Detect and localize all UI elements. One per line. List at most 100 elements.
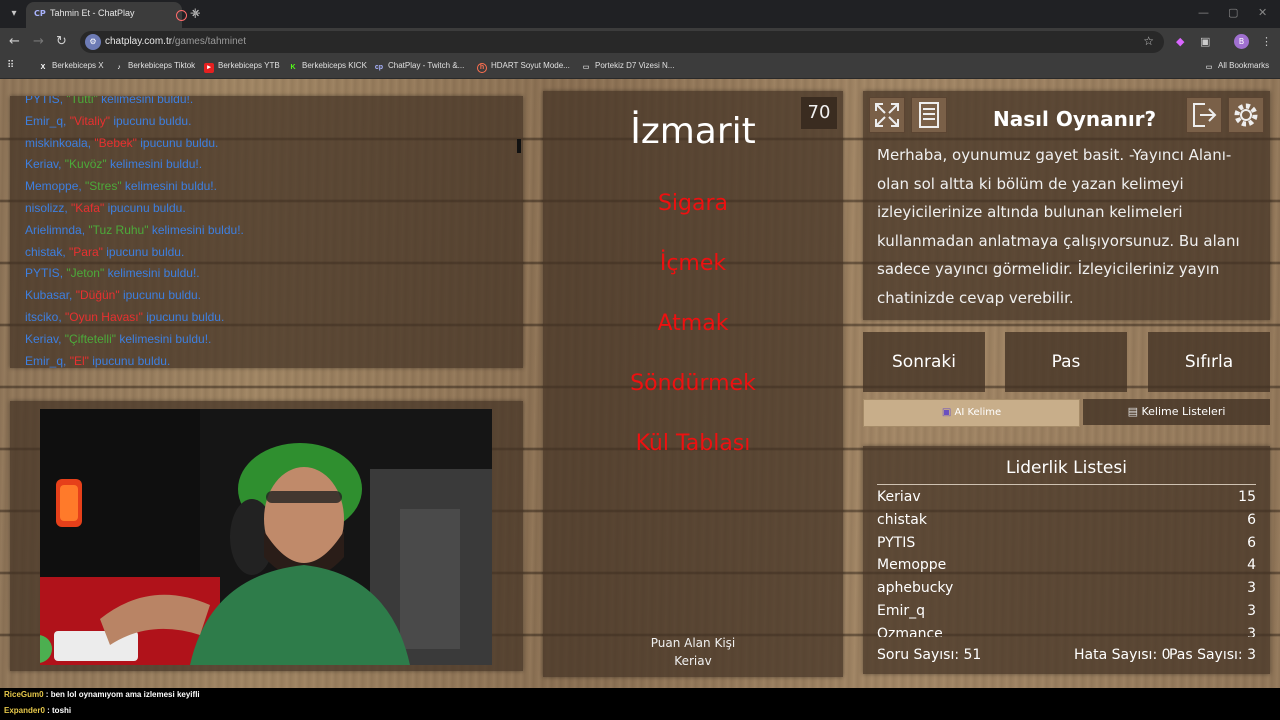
log-user: Keriav [25,331,59,346]
url-host: chatplay.com.tr [105,36,173,47]
leaderboard-row: Keriav 15 [877,489,1256,511]
guess-log-line: itsciko, "Oyun Havası" ipucunu buldu. [25,310,225,324]
player-name: aphebucky [877,580,954,597]
browser-tab[interactable]: CP Tahmin Et - ChatPlay ✕ [26,2,200,28]
apps-grid-icon[interactable]: ⠿ [7,60,14,71]
guess-log-line: Kubasar, "Düğün" ipucunu buldu. [25,288,202,303]
bookmark-youtube[interactable]: ▸ Berkebiceps YTB [204,61,280,73]
bookmark-kick[interactable]: K Berkebiceps KICK [288,61,366,73]
forbidden-word: Sigara [657,191,729,216]
guess-log-line: nisolizz, "Kafa" ipucunu buldu. [25,201,186,215]
pass-button[interactable]: Pas [1005,332,1127,392]
leaderboard-row: Emir_q 3 [877,603,1256,625]
browser-tab-bar: ▾ CP Tahmin Et - ChatPlay ✕ + — ▢ ✕ [0,0,1280,28]
exit-icon [1193,103,1217,127]
fullscreen-icon [875,103,899,127]
next-button[interactable]: Sonraki [863,332,985,392]
settings-button[interactable] [1228,97,1264,133]
log-action: kelimesini buldu!. [104,266,200,281]
chat-username: Expander0 [4,706,45,715]
tab-search-icon[interactable]: ▾ [6,6,22,22]
player-name: Keriav [877,489,921,505]
log-action: kelimesini buldu!. [116,331,212,346]
log-word: "Jeton" [66,266,105,281]
youtube-logo-icon: ▸ [204,63,214,73]
window-close-icon[interactable]: ✕ [1258,6,1267,19]
extension-icon[interactable]: ◆ [1176,35,1184,48]
guess-log-scrollbar[interactable] [517,139,521,153]
player-score: 3 [1247,603,1256,619]
log-word: "Vitaliy" [69,113,110,128]
log-user: Kubasar [25,288,70,303]
log-word: "Kafa" [71,201,105,215]
word-lists-button[interactable]: ▤ Kelime Listeleri [1083,399,1270,425]
log-action: ipucunu buldu. [104,201,186,215]
error-count: Hata Sayısı: 0 [1074,647,1171,663]
reload-icon[interactable]: ↻ [56,34,67,49]
chat-username: RiceGum0 [4,690,44,699]
reset-button[interactable]: Sıfırla [1148,332,1270,392]
page-icon: ▭ [582,64,590,71]
log-user: Keriav [25,157,59,172]
forward-icon[interactable]: → [33,34,44,49]
extensions-puzzle-icon[interactable]: ▣ [1200,35,1210,48]
log-word: "Kuvöz" [64,157,107,172]
forbidden-word: İçmek [659,251,727,276]
help-text: Merhaba, oyunumuz gayet basit. -Yayıncı … [877,146,1240,307]
bookmark-star-icon[interactable]: ☆ [1143,34,1154,48]
log-action: ipucunu buldu. [110,113,192,128]
guess-log-line: Keriav, "Çiftetelli" kelimesini buldu!. [25,331,212,346]
guess-log-line: PYTIS, "Tutti" kelimesini buldu!. [25,96,193,106]
exit-button[interactable] [1186,97,1222,133]
chat-text: : toshi [44,706,72,715]
notes-button[interactable] [911,97,947,133]
all-bookmarks[interactable]: ▭ All Bookmarks [1204,61,1269,73]
tiktok-logo-icon: ♪ [117,64,121,71]
maximize-icon[interactable]: ▢ [1228,6,1238,19]
profile-avatar[interactable]: B [1234,34,1249,49]
log-word: "El" [69,353,89,368]
bookmark-chatplay[interactable]: cp ChatPlay - Twitch &... [374,61,464,73]
leaderboard-list[interactable]: Keriav 15 chistak 6 PYTIS 6 Memoppe 4 aphebucky 3… [863,489,1270,637]
leaderboard-divider [877,484,1256,485]
bookmark-tiktok[interactable]: ♪ Berkebiceps Tiktok [114,61,195,73]
ai-word-button[interactable]: ▣ AI Kelime [863,399,1080,427]
browser-nav-bar: ← → ↻ ⚙ chatplay.com.tr/games/tahminet ☆… [0,28,1280,56]
log-action: ipucunu buldu. [88,353,171,368]
chatplay-favicon-icon: CP [34,9,46,18]
guess-log-line: Keriav, "Kuvöz" kelimesini buldu!. [25,157,203,172]
browser-menu-icon[interactable]: ⋮ [1261,35,1272,48]
player-name: chistak [877,511,927,528]
log-action: kelimesini buldu!. [121,179,217,194]
target-word: İzmarit [630,111,756,152]
player-score: 3 [1247,625,1256,637]
forbidden-word: Atmak [657,311,729,336]
bookmark-x[interactable]: X Berkebiceps X [38,61,104,73]
guess-log-line: Arielimnda, "Tuz Ruhu" kelimesini buldu!… [25,222,244,237]
chat-text: : ben lol oynamıyom ama izlemesi keyifli [43,690,200,699]
fullscreen-button[interactable] [869,97,905,133]
player-name: Memoppe [877,557,947,574]
log-user: miskinkoala [25,135,88,150]
site-info-icon[interactable]: ⚙ [85,34,101,50]
log-word: "Bebek" [94,135,137,150]
game-page: PYTIS, "Tutti" kelimesini buldu!. Emir_q,… [0,79,1280,688]
leaderboard-title: Liderlik Listesi [1006,458,1127,478]
log-user: Emir_q [25,353,64,368]
bookmark-hdart[interactable]: h HDART Soyut Mode... [477,61,570,73]
leaderboard-row: Ozmance 3 [877,626,1256,637]
bookmark-portekiz[interactable]: ▭ Portekiz D7 Vizesi N... [581,61,675,73]
streamer-video [40,409,492,665]
hdart-logo-icon: h [477,63,487,73]
question-count: Soru Sayısı: 51 [877,647,982,663]
log-user: Arielimnda [25,222,82,237]
address-bar[interactable]: ⚙ chatplay.com.tr/games/tahminet ☆ [80,31,1164,53]
url-path: /games/tahminet [172,36,246,47]
minimize-icon[interactable]: — [1198,6,1209,19]
back-icon[interactable]: ← [9,34,20,49]
log-user: chistak [25,244,63,259]
log-action: kelimesini buldu!. [106,157,203,172]
new-tab-icon[interactable]: + [189,4,202,22]
chatplay-logo-icon: cp [374,64,384,71]
log-word: "Düğün" [75,288,120,303]
